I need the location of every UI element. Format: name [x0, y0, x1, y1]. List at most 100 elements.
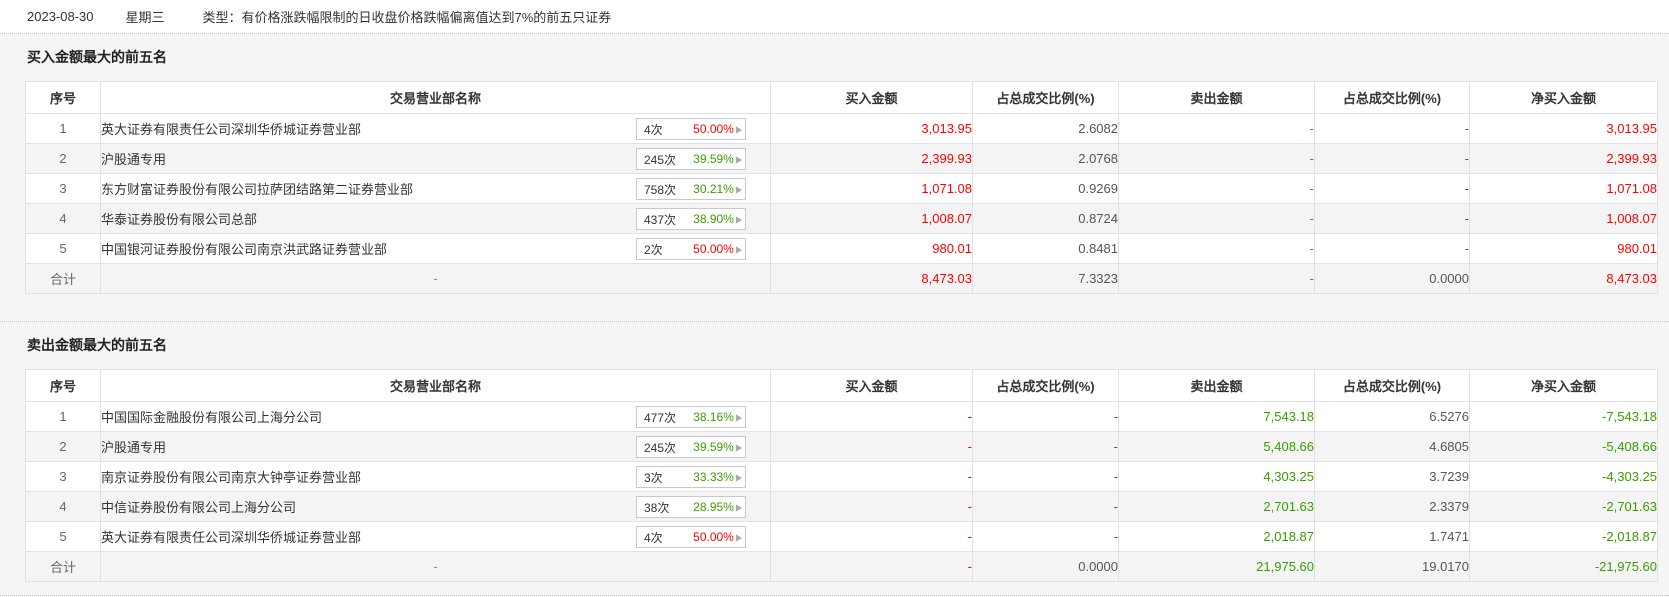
amount-cell: 3.7239: [1314, 461, 1470, 492]
rank-cell: 5: [25, 233, 101, 264]
appearance-count: 245次: [644, 152, 677, 167]
amount-cell: -4,303.25: [1469, 461, 1658, 492]
count-badge[interactable]: 245次 39.59% ▶: [636, 436, 746, 458]
count-badge[interactable]: 437次 38.90% ▶: [636, 208, 746, 230]
column-header: 序号: [25, 81, 101, 114]
amount-cell: 2,701.63: [1118, 491, 1315, 522]
amount-cell: -2,018.87: [1469, 521, 1658, 552]
sell-section-title: 卖出金额最大的前五名: [27, 337, 167, 353]
branch-name-cell: 中国银河证券股份有限公司南京洪武路证券营业部 2次 50.00% ▶: [100, 233, 771, 264]
amount-cell: -: [1314, 113, 1470, 144]
branch-name-cell: 南京证券股份有限公司南京大钟亭证券营业部 3次 33.33% ▶: [100, 461, 771, 492]
dotted-separator: [0, 595, 1669, 596]
amount-cell: 8,473.03: [1469, 263, 1658, 294]
count-badge[interactable]: 477次 38.16% ▶: [636, 406, 746, 428]
count-badge[interactable]: 4次 50.00% ▶: [636, 526, 746, 548]
branch-name-cell: 英大证券有限责任公司深圳华侨城证券营业部 4次 50.00% ▶: [100, 521, 771, 552]
amount-cell: 3,013.95: [770, 113, 973, 144]
amount-cell: -: [770, 431, 973, 462]
weekday-label: 星期三: [125, 10, 165, 25]
amount-cell: 1,071.08: [770, 173, 973, 204]
rank-cell: 1: [25, 401, 101, 432]
rank-cell: 5: [25, 521, 101, 552]
appearance-count: 437次: [644, 212, 677, 227]
total-name-cell: -: [100, 263, 771, 294]
total-label-cell: 合计: [25, 551, 101, 582]
count-badge[interactable]: 4次 50.00% ▶: [636, 118, 746, 140]
amount-cell: -: [770, 491, 973, 522]
total-label-cell: 合计: [25, 263, 101, 294]
table-body: 1 英大证券有限责任公司深圳华侨城证券营业部 4次 50.00% ▶ 3,013.95 2.…: [25, 113, 1658, 294]
amount-cell: -: [1118, 173, 1315, 204]
amount-cell: -21,975.60: [1469, 551, 1658, 582]
rank-cell: 4: [25, 491, 101, 522]
appearance-count: 245次: [644, 440, 677, 455]
rank-cell: 2: [25, 431, 101, 462]
branch-name-cell: 沪股通专用 245次 39.59% ▶: [100, 431, 771, 462]
table-head: 序号 交易营业部名称 买入金额 占总成交比例(%) 卖出金额 占总成交比例(%) 净买入金额: [25, 369, 1658, 402]
amount-cell: 19.0170: [1314, 551, 1470, 582]
amount-cell: -: [1118, 203, 1315, 234]
amount-cell: 2.6082: [972, 113, 1119, 144]
rank-cell: 1: [25, 113, 101, 144]
amount-cell: -7,543.18: [1469, 401, 1658, 432]
column-header: 交易营业部名称: [100, 81, 771, 114]
branch-name: 中信证券股份有限公司上海分公司: [101, 500, 297, 515]
chevron-right-icon: ▶: [735, 531, 742, 543]
chevron-right-icon: ▶: [735, 153, 742, 165]
chevron-right-icon: ▶: [735, 471, 742, 483]
count-badge[interactable]: 245次 39.59% ▶: [636, 148, 746, 170]
amount-cell: 3,013.95: [1469, 113, 1658, 144]
rank-cell: 2: [25, 143, 101, 174]
table-row: 5 中国银河证券股份有限公司南京洪武路证券营业部 2次 50.00% ▶ 980.01 0.…: [25, 233, 1658, 264]
chevron-right-icon: ▶: [735, 213, 742, 225]
column-header: 占总成交比例(%): [1314, 81, 1470, 114]
amount-cell: -: [1118, 263, 1315, 294]
date-type-bar: 2023-08-30 星期三 类型：有价格涨跌幅限制的日收盘价格跌幅偏离值达到7…: [0, 0, 1669, 34]
amount-cell: 0.9269: [972, 173, 1119, 204]
branch-name: 华泰证券股份有限公司总部: [101, 212, 258, 227]
branch-name: 中国银河证券股份有限公司南京洪武路证券营业部: [101, 242, 388, 257]
total-row: 合计 - -0.0000 21,975.60 19.0170 -21,975.60: [25, 551, 1658, 582]
amount-cell: 1,071.08: [1469, 173, 1658, 204]
amount-cell: 0.0000: [1314, 263, 1470, 294]
amount-cell: 2,399.93: [770, 143, 973, 174]
trade-date: 2023-08-30: [27, 9, 94, 24]
amount-cell: -: [1314, 173, 1470, 204]
branch-name: 东方财富证券股份有限公司拉萨团结路第二证券营业部: [101, 182, 414, 197]
amount-cell: 2,018.87: [1118, 521, 1315, 552]
amount-cell: -: [1118, 113, 1315, 144]
column-header: 买入金额: [770, 81, 973, 114]
column-header: 净买入金额: [1469, 81, 1658, 114]
table-row: 2 沪股通专用 245次 39.59% ▶ 2,399.93 2.0768- -2,399.9…: [25, 143, 1658, 174]
amount-cell: 8,473.03: [770, 263, 973, 294]
amount-cell: -: [1314, 143, 1470, 174]
branch-name-cell: 沪股通专用 245次 39.59% ▶: [100, 143, 771, 174]
table-row: 3 东方财富证券股份有限公司拉萨团结路第二证券营业部 758次 30.21% ▶ 1,07…: [25, 173, 1658, 204]
buy-section-title: 买入金额最大的前五名: [27, 49, 167, 65]
win-rate-percent: 28.95%: [693, 500, 734, 514]
win-rate-percent: 39.59%: [693, 152, 734, 166]
appearance-count: 4次: [644, 530, 663, 545]
amount-cell: -: [1118, 143, 1315, 174]
total-row: 合计 -8,473.03 7.3323-0.0000 8,473.03: [25, 263, 1658, 294]
table-body: 1 中国国际金融股份有限公司上海分公司 477次 38.16% ▶ - -7,543.18 6…: [25, 401, 1658, 582]
branch-name: 沪股通专用: [101, 440, 167, 455]
amount-cell: 0.8724: [972, 203, 1119, 234]
amount-cell: 1.7471: [1314, 521, 1470, 552]
count-badge[interactable]: 38次 28.95% ▶: [636, 496, 746, 518]
appearance-count: 4次: [644, 122, 663, 137]
branch-name: 沪股通专用: [101, 152, 167, 167]
appearance-count: 758次: [644, 182, 677, 197]
rank-cell: 4: [25, 203, 101, 234]
chevron-right-icon: ▶: [735, 243, 742, 255]
win-rate-percent: 33.33%: [693, 470, 734, 484]
count-badge[interactable]: 758次 30.21% ▶: [636, 178, 746, 200]
amount-cell: -: [770, 461, 973, 492]
amount-cell: -: [1314, 233, 1470, 264]
count-badge[interactable]: 2次 50.00% ▶: [636, 238, 746, 260]
amount-cell: 7.3323: [972, 263, 1119, 294]
count-badge[interactable]: 3次 33.33% ▶: [636, 466, 746, 488]
amount-cell: -: [770, 521, 973, 552]
table-head: 序号 交易营业部名称 买入金额 占总成交比例(%) 卖出金额 占总成交比例(%) 净买入金额: [25, 81, 1658, 114]
